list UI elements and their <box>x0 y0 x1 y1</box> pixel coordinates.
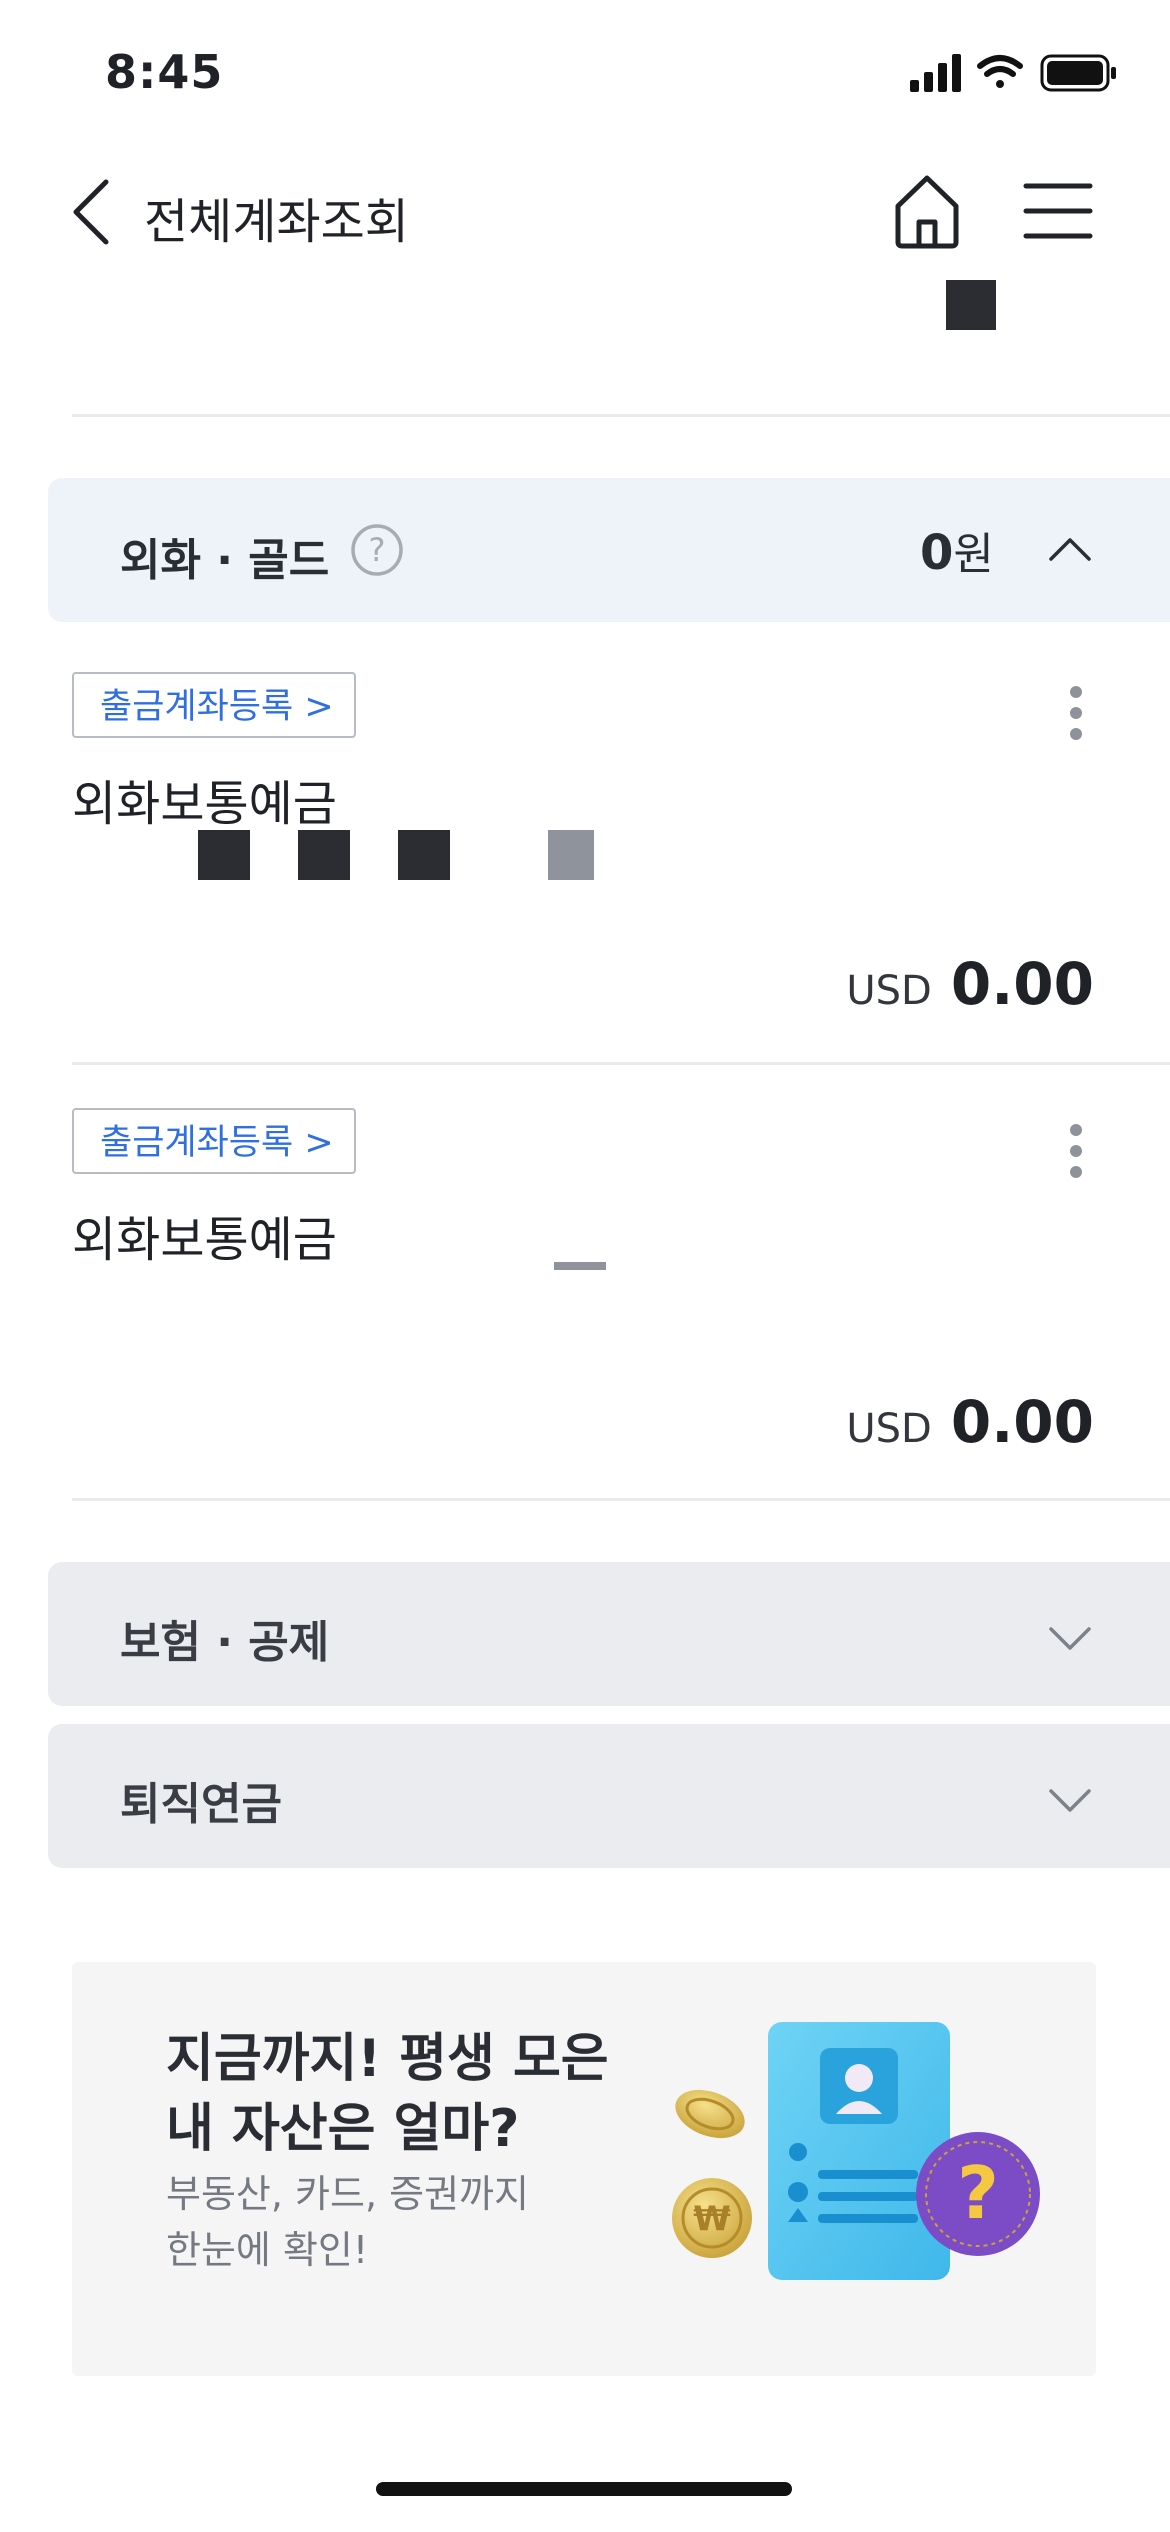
masked-value <box>946 280 996 330</box>
section-title: 외화 · 골드 <box>120 535 330 586</box>
masked-account-number <box>398 830 450 880</box>
signal-icon <box>910 54 961 92</box>
svg-text:₩: ₩ <box>693 2199 731 2239</box>
section-header-pension[interactable]: 퇴직연금 <box>48 1724 1170 1868</box>
chevron-down-icon[interactable] <box>1048 1788 1092 1814</box>
currency-code: USD <box>846 1406 932 1452</box>
masked-account-number <box>198 830 250 880</box>
home-button[interactable] <box>892 172 962 250</box>
divider <box>72 414 1170 417</box>
account-balance: USD 0.00 <box>846 950 1094 1018</box>
question-coin-icon: ? <box>916 2132 1040 2256</box>
section-header-fx-gold[interactable]: 외화 · 골드 ? 0원 <box>48 478 1170 622</box>
promo-title: 지금까지! 평생 모은 내 자산은 얼마? <box>166 2024 686 2164</box>
menu-button[interactable] <box>1022 180 1094 242</box>
account-name[interactable]: 외화보통예금 <box>72 764 337 834</box>
register-withdraw-account-button[interactable]: 출금계좌등록 > <box>72 1108 356 1174</box>
section-title: 보험 · 공제 <box>120 1617 330 1668</box>
page-title: 전체계좌조회 <box>144 194 409 250</box>
section-header-insurance[interactable]: 보험 · 공제 <box>48 1562 1170 1706</box>
battery-icon <box>1040 54 1116 92</box>
wifi-icon <box>977 55 1023 88</box>
promo-title-line1: 지금까지! 평생 모은 <box>166 2029 609 2089</box>
promo-subtitle: 부동산, 카드, 증권까지 한눈에 확인! <box>166 2166 646 2278</box>
masked-account-number <box>548 830 594 880</box>
masked-account-number <box>554 1262 606 1270</box>
section-total: 0원 <box>920 518 994 582</box>
status-time: 8:45 <box>105 45 224 99</box>
svg-text:?: ? <box>957 2151 999 2235</box>
asset-promo-banner[interactable]: 지금까지! 평생 모은 내 자산은 얼마? 부동산, 카드, 증권까지 한눈에 … <box>72 1962 1096 2376</box>
promo-title-line2: 내 자산은 얼마? <box>166 2099 520 2159</box>
more-options-icon[interactable] <box>1066 686 1086 746</box>
gold-coin-icon: ₩ <box>672 2089 752 2258</box>
section-total-amount: 0 <box>920 525 954 581</box>
balance-amount: 0.00 <box>950 1388 1094 1456</box>
section-total-unit: 원 <box>953 529 994 580</box>
divider <box>72 1062 1170 1065</box>
account-name[interactable]: 외화보통예금 <box>72 1200 337 1270</box>
promo-sub-line2: 한눈에 확인! <box>166 2228 369 2272</box>
home-indicator[interactable] <box>376 2482 792 2496</box>
masked-account-number <box>298 830 350 880</box>
back-button[interactable] <box>64 176 120 248</box>
account-balance: USD 0.00 <box>846 1388 1094 1456</box>
register-withdraw-account-button[interactable]: 출금계좌등록 > <box>72 672 356 738</box>
section-title: 퇴직연금 <box>120 1779 282 1830</box>
chevron-down-icon[interactable] <box>1048 1626 1092 1652</box>
profile-card-icon <box>768 2022 950 2280</box>
status-icons <box>910 54 1116 92</box>
divider <box>72 1498 1170 1501</box>
help-icon[interactable]: ? <box>350 523 404 577</box>
chevron-up-icon[interactable] <box>1048 536 1092 562</box>
currency-code: USD <box>846 968 932 1014</box>
promo-sub-line1: 부동산, 카드, 증권까지 <box>166 2172 529 2216</box>
svg-text:?: ? <box>369 531 386 569</box>
asset-illustration: ? ₩ <box>672 2022 1040 2280</box>
more-options-icon[interactable] <box>1066 1124 1086 1184</box>
balance-amount: 0.00 <box>950 950 1094 1018</box>
